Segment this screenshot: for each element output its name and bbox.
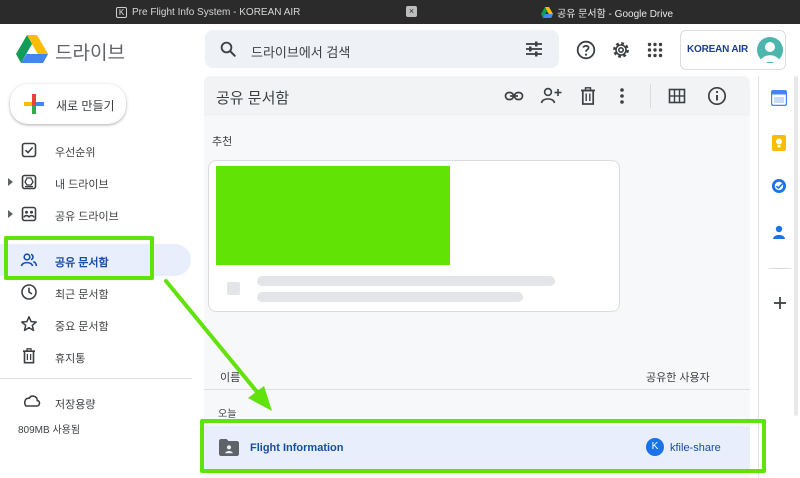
- annotation-arrow: [164, 279, 272, 411]
